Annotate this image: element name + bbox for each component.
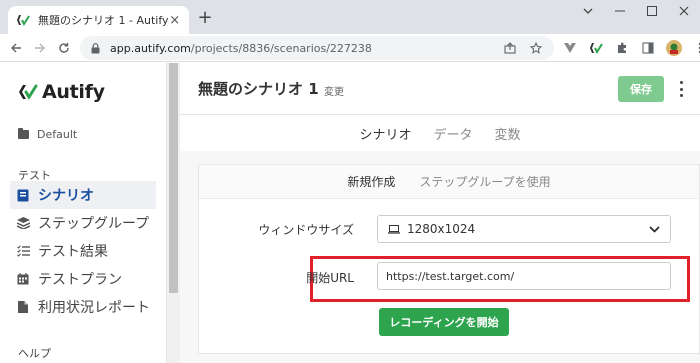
save-button[interactable]: 保存: [618, 76, 664, 102]
rename-link[interactable]: 変更: [324, 83, 344, 98]
scenario-icon: [16, 188, 30, 202]
workspace-name: Default: [37, 128, 78, 141]
sidebar-item-label: テストプラン: [38, 272, 122, 288]
reload-icon[interactable]: [52, 36, 76, 60]
extensions-area: [560, 38, 700, 58]
lock-icon[interactable]: [88, 41, 102, 55]
tab-scenario[interactable]: シナリオ: [359, 124, 411, 143]
subtab-use-step-group[interactable]: ステップグループを使用: [419, 173, 550, 190]
workspace-selector[interactable]: Default: [18, 128, 77, 141]
new-tab-button[interactable]: +: [195, 8, 215, 28]
app-sidebar: Autify Default テスト シナリオ ステップグループ テスト結果 テ…: [0, 63, 167, 363]
sidebar-item-test-results[interactable]: テスト結果: [10, 237, 156, 265]
scrollbar-thumb[interactable]: [169, 63, 178, 293]
window-controls: [572, 0, 700, 26]
window-size-value: 1280x1024: [407, 222, 476, 236]
close-window-icon[interactable]: [668, 0, 700, 22]
back-arrow-icon[interactable]: [4, 36, 28, 60]
autify-extension-icon[interactable]: [586, 38, 606, 58]
chevron-down-icon: [648, 223, 660, 235]
checklist-icon: [16, 244, 30, 258]
sidepanel-icon[interactable]: [638, 38, 658, 58]
tab-variables[interactable]: 変数: [495, 124, 521, 143]
autify-logo-icon: [19, 84, 38, 100]
browser-tabstrip: 無題のシナリオ 1 - Autify × +: [0, 0, 700, 34]
sidebar-item-label: ステップグループ: [38, 216, 150, 232]
sidebar-item-label: シナリオ: [38, 188, 94, 204]
start-recording-button[interactable]: レコーディングを開始: [379, 308, 509, 336]
sidebar-item-scenarios[interactable]: シナリオ: [10, 181, 156, 209]
scenario-tabs: シナリオ データ 変数: [180, 115, 700, 151]
maximize-icon[interactable]: [636, 0, 668, 22]
url-host: app.autify.com: [110, 41, 191, 55]
bookmark-star-icon[interactable]: [526, 38, 546, 58]
sidebar-item-step-groups[interactable]: ステップグループ: [10, 209, 156, 237]
brand-name: Autify: [42, 81, 105, 103]
scenario-header: 無題のシナリオ 1 変更 保存: [180, 63, 700, 115]
sidebar-item-usage-report[interactable]: 利用状況レポート: [10, 293, 156, 321]
browser-toolbar: app.autify.com/projects/8836/scenarios/2…: [0, 34, 700, 62]
chevron-down-icon[interactable]: [572, 0, 604, 22]
share-icon[interactable]: [500, 38, 520, 58]
panel-subtabs: 新規作成 ステップグループを使用: [199, 165, 699, 199]
autify-logo[interactable]: Autify: [18, 81, 105, 103]
minimize-icon[interactable]: [604, 0, 636, 22]
profile-avatar-icon[interactable]: [664, 38, 684, 58]
more-options-icon[interactable]: [676, 79, 686, 99]
sidebar-item-label: 利用状況レポート: [38, 300, 150, 316]
url-path: /projects/8836/scenarios/227238: [190, 41, 372, 55]
laptop-icon: [388, 224, 400, 234]
start-url-label: 開始URL: [306, 271, 354, 285]
folder-icon: [18, 128, 29, 139]
forward-arrow-icon[interactable]: [28, 36, 52, 60]
nav-section-help: ヘルプ: [18, 347, 51, 360]
document-icon: [16, 300, 30, 314]
tab-data[interactable]: データ: [433, 124, 472, 143]
start-url-input[interactable]: https://test.target.com/: [377, 262, 671, 290]
start-url-value: https://test.target.com/: [386, 269, 515, 283]
address-bar[interactable]: app.autify.com/projects/8836/scenarios/2…: [80, 36, 554, 60]
sidebar-item-test-plans[interactable]: テストプラン: [10, 265, 156, 293]
url-text: app.autify.com/projects/8836/scenarios/2…: [110, 42, 494, 55]
page-title: 無題のシナリオ 1: [198, 80, 319, 98]
subtab-new[interactable]: 新規作成: [347, 173, 395, 190]
puzzle-extensions-icon[interactable]: [612, 38, 632, 58]
window-size-select[interactable]: 1280x1024: [377, 215, 671, 243]
sidebar-item-label: テスト結果: [38, 244, 108, 260]
window-size-label: ウィンドウサイズ: [258, 223, 354, 237]
calendar-icon: [16, 272, 30, 286]
close-tab-icon[interactable]: ×: [169, 13, 181, 28]
autify-favicon-icon: [16, 12, 30, 28]
main-content: 無題のシナリオ 1 変更 保存 シナリオ データ 変数 新規作成 ステップグルー…: [180, 63, 700, 363]
layers-icon: [16, 216, 30, 230]
vue-extension-icon[interactable]: [560, 38, 580, 58]
sidebar-scrollbar[interactable]: [167, 63, 180, 363]
browser-menu-icon[interactable]: [690, 38, 700, 58]
browser-tab[interactable]: 無題のシナリオ 1 - Autify ×: [8, 6, 189, 34]
recording-panel: 新規作成 ステップグループを使用 ウィンドウサイズ 1280x1024 開始UR…: [198, 164, 700, 354]
tab-title: 無題のシナリオ 1 - Autify: [38, 14, 169, 27]
sidebar-nav: シナリオ ステップグループ テスト結果 テストプラン 利用状況レポート: [10, 181, 156, 321]
